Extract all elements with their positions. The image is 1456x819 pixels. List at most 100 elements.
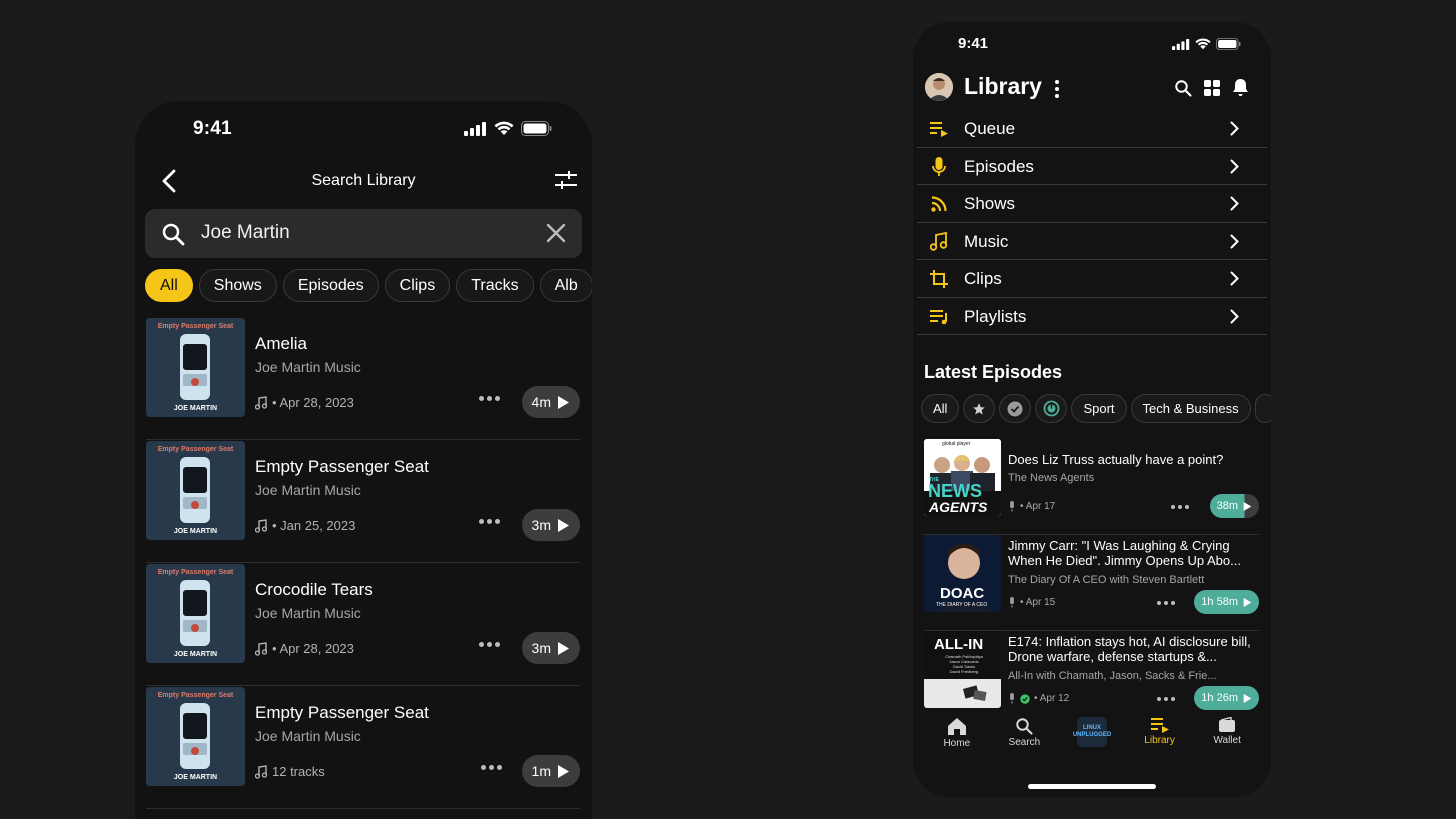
menu-item-label: Queue xyxy=(964,119,1016,138)
track-duration: 4m xyxy=(531,394,551,410)
filter-settings-button[interactable] xyxy=(554,169,580,193)
chevron-right-icon xyxy=(1230,196,1239,211)
play-button[interactable]: 38m xyxy=(1209,494,1259,518)
episode-row[interactable]: DOAC THE DIARY OF A CEO Jimmy Carr: "I W… xyxy=(924,535,1259,631)
music-note-icon xyxy=(255,395,267,410)
chip-more[interactable] xyxy=(1254,394,1271,423)
album-cover: Empty Passenger Seat JOE MARTIN xyxy=(146,687,245,786)
search-query[interactable]: Joe Martin xyxy=(201,222,290,244)
avatar-image xyxy=(925,73,953,101)
tab-home[interactable]: Home xyxy=(927,717,987,767)
more-options-button[interactable] xyxy=(1157,601,1175,605)
cover-title-text: Empty Passenger Seat xyxy=(157,323,234,330)
avatar[interactable] xyxy=(925,73,953,101)
more-options-button[interactable] xyxy=(1157,697,1175,701)
play-button[interactable]: 3m xyxy=(521,632,580,664)
header-actions xyxy=(1174,78,1249,97)
episode-row[interactable]: global player THE NEWS AGENTS Does Liz T… xyxy=(924,439,1259,535)
menu-item-label: Music xyxy=(964,231,1009,251)
list-item[interactable]: Empty Passenger Seat JOE MARTIN Empty Pa… xyxy=(146,686,580,809)
chip-sport[interactable]: Sport xyxy=(1071,394,1127,423)
chip-tracks[interactable]: Tracks xyxy=(456,269,534,302)
chip-starred[interactable] xyxy=(963,394,996,423)
list-item[interactable]: Empty Passenger Seat JOE MARTIN Crocodil… xyxy=(146,563,580,686)
track-duration: 3m xyxy=(531,517,551,533)
tab-wallet[interactable]: Wallet xyxy=(1197,717,1257,767)
page-title: Library xyxy=(964,73,1042,99)
chip-all[interactable]: All xyxy=(145,269,193,302)
menu-item-clips[interactable]: Clips xyxy=(917,260,1267,298)
artwork-allin-text: ALL-IN xyxy=(934,636,984,653)
menu-item-music[interactable]: Music xyxy=(917,223,1267,260)
tab-label: Search xyxy=(1008,737,1041,748)
chip-episodes[interactable]: Episodes xyxy=(282,269,379,302)
page-title: Search Library xyxy=(311,172,416,189)
search-input[interactable]: Joe Martin xyxy=(145,209,582,258)
more-options-button[interactable] xyxy=(479,642,500,647)
news-agents-artwork: global player THE NEWS AGENTS xyxy=(924,439,1001,516)
signal-icon xyxy=(1172,38,1190,50)
menu-item-playlists[interactable]: Playlists xyxy=(917,298,1267,335)
episode-show: All-In with Chamath, Jason, Sacks & Frie… xyxy=(1008,670,1217,682)
track-count: 12 tracks xyxy=(272,764,325,779)
tab-library[interactable]: Library xyxy=(1130,717,1190,767)
episode-title: Jimmy Carr: "I Was Laughing & Crying Whe… xyxy=(1008,538,1241,568)
chip-in-progress[interactable] xyxy=(1035,394,1068,423)
chip-clips[interactable]: Clips xyxy=(384,269,451,302)
play-button[interactable]: 1m xyxy=(521,755,580,787)
list-item[interactable]: Empty Passenger Seat JOE MARTIN Empty Pa… xyxy=(146,440,580,563)
next-item-peek xyxy=(146,809,580,819)
play-button[interactable]: 1h 58m xyxy=(1194,590,1259,614)
now-playing-button[interactable]: LINUX UNPLUGGED xyxy=(1062,717,1122,767)
menu-item-episodes[interactable]: Episodes xyxy=(917,148,1267,185)
wallet-icon xyxy=(1219,717,1236,732)
more-menu-button[interactable] xyxy=(1055,80,1059,98)
status-time: 9:41 xyxy=(958,35,989,52)
track-meta: • Apr 28, 2023 xyxy=(255,641,354,656)
battery-icon xyxy=(1216,38,1241,50)
cover-title-text: Empty Passenger Seat xyxy=(157,446,234,453)
play-button[interactable]: 3m xyxy=(521,509,580,541)
search-icon xyxy=(1016,718,1033,735)
chip-tech-business[interactable]: Tech & Business xyxy=(1130,394,1251,423)
track-date: • Apr 28, 2023 xyxy=(272,395,354,410)
clear-icon[interactable] xyxy=(546,223,566,243)
more-options-button[interactable] xyxy=(479,396,500,401)
menu-item-queue[interactable]: Queue xyxy=(917,110,1267,148)
chip-shows[interactable]: Shows xyxy=(198,269,277,302)
list-item[interactable]: Empty Passenger Seat JOE MARTIN Amelia J… xyxy=(146,317,580,440)
microphone-icon xyxy=(1010,597,1014,608)
menu-item-label: Playlists xyxy=(964,306,1027,326)
cover-art xyxy=(146,564,245,663)
all-in-artwork: ALL-IN Chamath Palihapitiya Jason Calaca… xyxy=(924,631,1001,708)
episode-meta: • Apr 17 xyxy=(1008,501,1055,512)
grid-icon[interactable] xyxy=(1204,79,1220,96)
episode-date: • Apr 12 xyxy=(1034,693,1070,704)
tab-bar: Home Search LINUX UNPLUGGED Library Wall… xyxy=(913,717,1271,767)
tab-search[interactable]: Search xyxy=(994,717,1054,767)
episode-row[interactable]: ALL-IN Chamath Palihapitiya Jason Calaca… xyxy=(924,631,1259,727)
menu-item-shows[interactable]: Shows xyxy=(917,185,1267,223)
track-title: Empty Passenger Seat xyxy=(255,703,429,722)
more-options-button[interactable] xyxy=(1171,505,1189,509)
sliders-icon xyxy=(555,171,577,189)
album-cover: Empty Passenger Seat JOE MARTIN xyxy=(146,441,245,540)
bell-icon[interactable] xyxy=(1232,78,1249,97)
chip-all[interactable]: All xyxy=(921,394,960,423)
menu-item-label: Clips xyxy=(964,269,1002,288)
search-icon[interactable] xyxy=(1174,79,1192,97)
progress-icon xyxy=(1043,400,1060,417)
episode-duration: 38m xyxy=(1216,500,1238,512)
play-icon xyxy=(1243,501,1252,511)
more-options-button[interactable] xyxy=(479,519,500,524)
more-options-button[interactable] xyxy=(481,765,502,770)
episode-title: E174: Inflation stays hot, AI disclosure… xyxy=(1008,634,1251,664)
tab-label: Library xyxy=(1144,735,1175,746)
chip-albums[interactable]: Alb xyxy=(539,269,592,302)
section-title: Latest Episodes xyxy=(924,362,1063,382)
chip-played[interactable] xyxy=(999,394,1032,423)
cover-artist-text: JOE MARTIN xyxy=(173,774,218,781)
star-icon xyxy=(973,402,986,415)
play-button[interactable]: 1h 26m xyxy=(1194,686,1259,710)
play-button[interactable]: 4m xyxy=(521,386,580,418)
